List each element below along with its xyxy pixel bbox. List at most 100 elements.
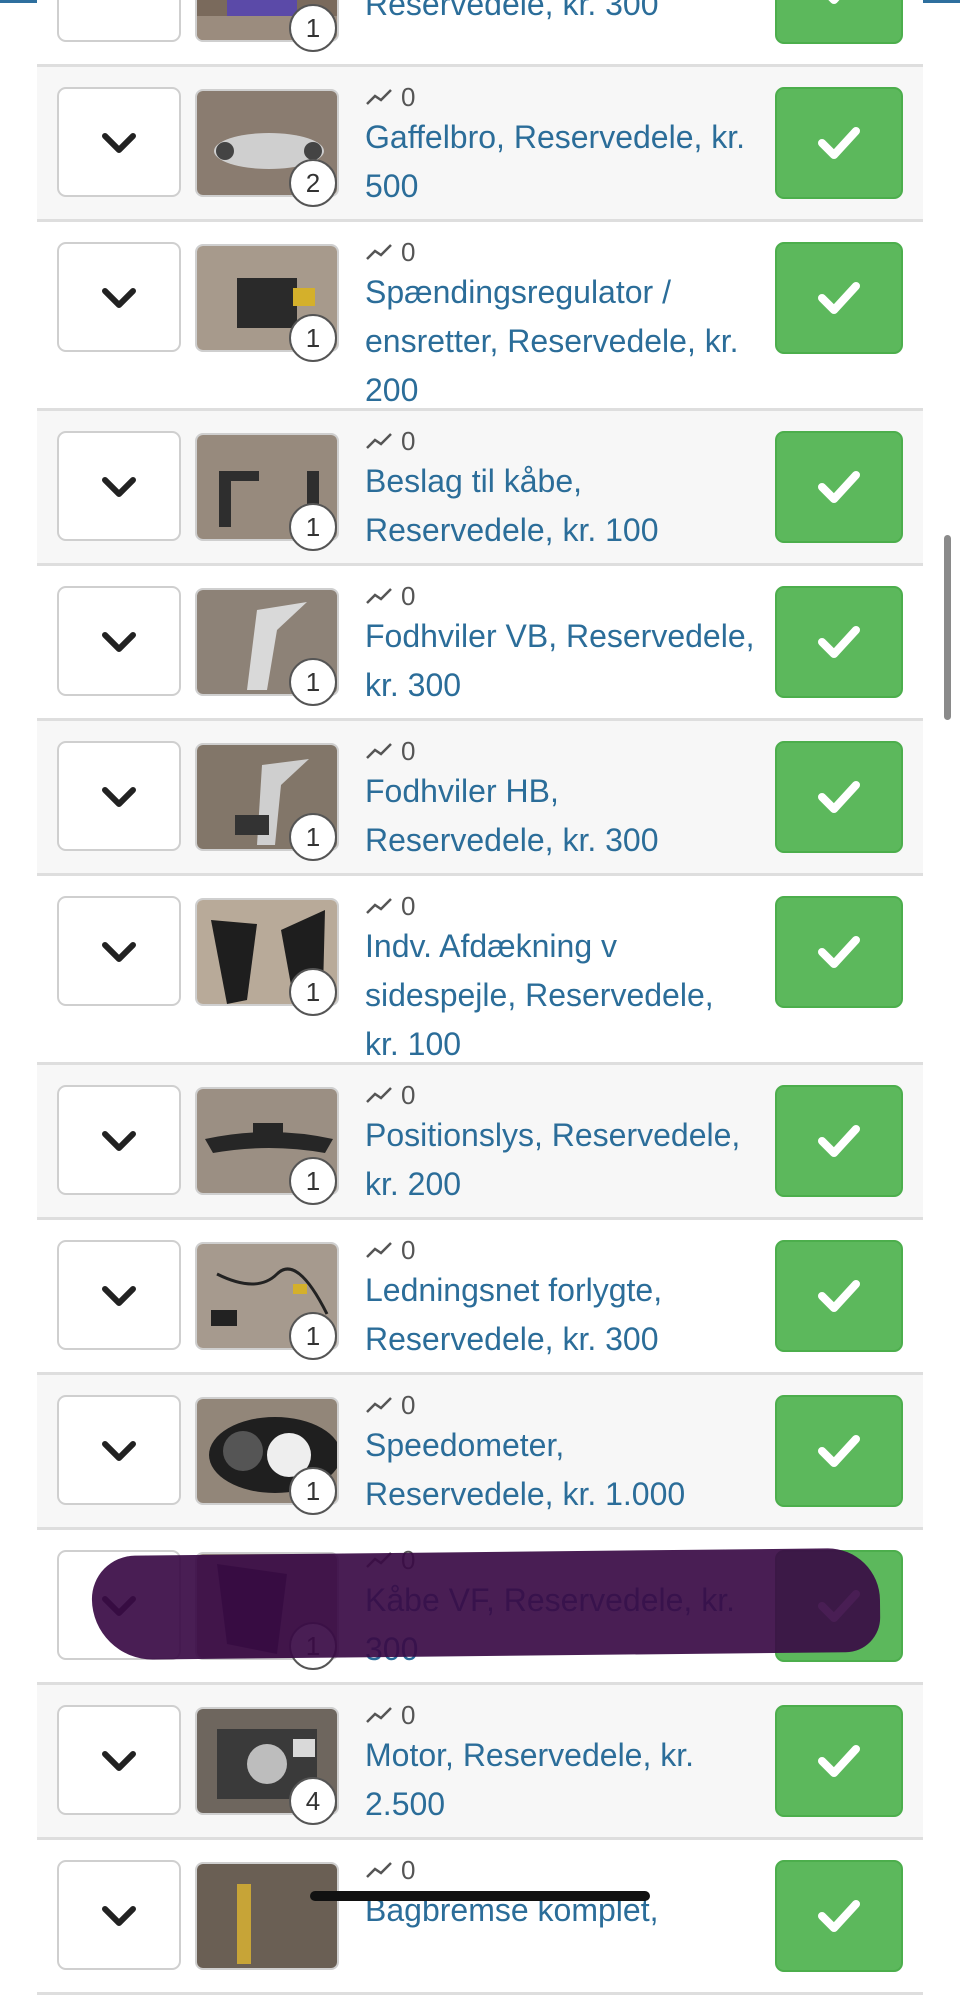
chevron-down-icon (102, 1751, 136, 1771)
listing-title-link[interactable]: Spændingsregulator / ensretter, Reserved… (365, 268, 755, 415)
confirm-button[interactable] (775, 431, 903, 543)
image-count-badge: 1 (289, 968, 337, 1016)
listing-row: 1 0 Spændingsregulator / ensretter, Rese… (37, 222, 923, 411)
listing-list: 1 Reservedele, kr. 300 2 0 Gaffelbro, Re… (37, 0, 923, 1995)
expand-button[interactable] (57, 896, 181, 1006)
view-count: 0 (401, 1079, 416, 1110)
trend-icon (366, 1087, 392, 1103)
check-icon (818, 127, 860, 159)
check-icon (818, 936, 860, 968)
view-count: 0 (401, 1234, 416, 1265)
listing-row: 1 0 Positionslys, Reservedele, kr. 200 (37, 1065, 923, 1220)
trend-icon (366, 1242, 392, 1258)
listing-title-link[interactable]: Reservedele, kr. 300 (365, 0, 755, 29)
expand-button[interactable] (57, 87, 181, 197)
expand-button[interactable] (57, 741, 181, 851)
listing-row: 2 0 Gaffelbro, Reservedele, kr. 500 (37, 67, 923, 222)
listing-title-link[interactable]: Fodhviler HB, Reservedele, kr. 300 (365, 767, 755, 865)
view-count: 0 (401, 236, 416, 267)
confirm-button[interactable] (775, 896, 903, 1008)
expand-button[interactable] (57, 1240, 181, 1350)
confirm-button[interactable] (775, 1240, 903, 1352)
check-icon (818, 626, 860, 658)
check-icon (818, 1745, 860, 1777)
expand-button[interactable] (57, 1705, 181, 1815)
expand-button[interactable] (57, 1085, 181, 1195)
chevron-down-icon (102, 632, 136, 652)
listing-title-link[interactable]: Speedometer, Reservedele, kr. 1.000 (365, 1421, 755, 1519)
listing-row: 1 0 Beslag til kåbe, Reservedele, kr. 10… (37, 411, 923, 566)
image-count-badge: 1 (289, 503, 337, 551)
image-count-badge: 4 (289, 1777, 337, 1825)
confirm-button[interactable] (775, 87, 903, 199)
trend-icon (366, 588, 392, 604)
confirm-button[interactable] (775, 1395, 903, 1507)
chevron-down-icon (102, 1906, 136, 1926)
chevron-down-icon (99, 0, 139, 1)
confirm-button[interactable] (775, 0, 903, 44)
view-count: 0 (401, 580, 416, 611)
image-count-badge: 1 (289, 4, 337, 52)
expand-button[interactable] (57, 431, 181, 541)
listing-title-link[interactable]: Ledningsnet forlygte, Reservedele, kr. 3… (365, 1266, 755, 1364)
image-count-badge: 1 (289, 658, 337, 706)
listing-title-link[interactable]: Positionslys, Reservedele, kr. 200 (365, 1111, 755, 1209)
listing-title-link[interactable]: Gaffelbro, Reservedele, kr. 500 (365, 113, 755, 211)
view-count: 0 (401, 1699, 416, 1730)
view-stats: 0 (365, 236, 415, 268)
trend-icon (366, 433, 392, 449)
expand-button[interactable] (57, 242, 181, 352)
expand-button[interactable] (57, 1860, 181, 1970)
chevron-down-icon (102, 1286, 136, 1306)
view-stats: 0 (365, 1079, 415, 1111)
view-stats: 0 (365, 1854, 415, 1886)
listing-title-link[interactable]: Indv. Afdækning v sidespejle, Reservedel… (365, 922, 755, 1069)
trend-icon (366, 898, 392, 914)
confirm-button[interactable] (775, 242, 903, 354)
view-stats: 0 (365, 735, 415, 767)
image-count-badge: 1 (289, 813, 337, 861)
chevron-down-icon (102, 288, 136, 308)
view-stats: 0 (365, 1234, 415, 1266)
check-icon (818, 1125, 860, 1157)
confirm-button[interactable] (775, 586, 903, 698)
scrollbar-thumb[interactable] (944, 535, 951, 720)
view-stats: 0 (365, 425, 415, 457)
trend-icon (366, 1862, 392, 1878)
listing-row: 1 0 Speedometer, Reservedele, kr. 1.000 (37, 1375, 923, 1530)
check-icon (828, 0, 840, 4)
listing-title-link[interactable]: Beslag til kåbe, Reservedele, kr. 100 (365, 457, 755, 555)
confirm-button[interactable] (775, 1085, 903, 1197)
view-stats: 0 (365, 580, 415, 612)
view-count: 0 (401, 81, 416, 112)
view-stats: 0 (365, 890, 415, 922)
confirm-button[interactable] (775, 741, 903, 853)
trend-icon (366, 743, 392, 759)
view-stats: 0 (365, 81, 415, 113)
listing-row: 1 0 Fodhviler VB, Reservedele, kr. 300 (37, 566, 923, 721)
image-count-badge: 1 (289, 1312, 337, 1360)
listing-row: 1 0 Indv. Afdækning v sidespejle, Reserv… (37, 876, 923, 1065)
check-icon (818, 471, 860, 503)
check-icon (818, 1435, 860, 1467)
check-icon (818, 1900, 860, 1932)
view-count: 0 (401, 735, 416, 766)
expand-button[interactable] (57, 586, 181, 696)
chevron-down-icon (102, 477, 136, 497)
view-stats: 0 (365, 1699, 415, 1731)
listing-row: 0 Bagbremse komplet, (37, 1840, 923, 1995)
redaction-scribble (91, 1547, 881, 1661)
listing-title-link[interactable]: Motor, Reservedele, kr. 2.500 (365, 1731, 755, 1829)
listing-title-link[interactable]: Fodhviler VB, Reservedele, kr. 300 (365, 612, 755, 710)
image-count-badge: 2 (289, 159, 337, 207)
expand-button[interactable] (57, 0, 181, 42)
confirm-button[interactable] (775, 1860, 903, 1972)
view-count: 0 (401, 1389, 416, 1420)
listing-thumbnail[interactable] (195, 1862, 339, 1970)
confirm-button[interactable] (775, 1705, 903, 1817)
image-count-badge: 1 (289, 1467, 337, 1515)
expand-button[interactable] (57, 1395, 181, 1505)
trend-icon (366, 244, 392, 260)
check-icon (818, 781, 860, 813)
image-count-badge: 1 (289, 314, 337, 362)
